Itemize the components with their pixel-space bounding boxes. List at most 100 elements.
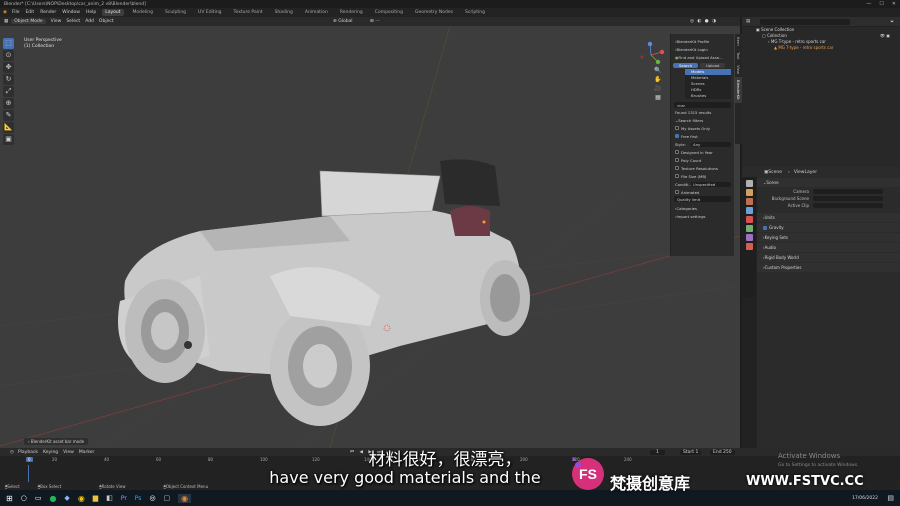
outliner-filter-funnel-icon[interactable]: ⏷ <box>890 19 894 25</box>
timeline-editor-icon[interactable]: ◷ <box>10 450 14 455</box>
render-properties-tab-icon[interactable] <box>745 189 753 196</box>
scene-properties-tab-icon[interactable] <box>745 216 753 223</box>
viewport-menu-object[interactable]: Object <box>99 19 114 24</box>
units-section-header[interactable]: › Units <box>757 213 900 222</box>
upload-tab[interactable]: Upload <box>700 62 726 68</box>
minimize-button[interactable]: — <box>866 1 871 7</box>
taskbar-app-icon[interactable]: ◧ <box>106 494 113 502</box>
taskbar-explorer-icon[interactable]: ▆ <box>93 494 98 502</box>
taskbar-search-icon[interactable]: ○ <box>21 494 27 502</box>
taskbar-app-icon[interactable]: ▢ <box>164 494 171 502</box>
view-layer-tab-icon[interactable] <box>745 207 753 214</box>
designed-year-checkbox[interactable]: Designed in Year <box>671 148 734 156</box>
workspace-tab-animation[interactable]: Animation <box>302 9 331 16</box>
camera-view-icon[interactable]: 🎥 <box>654 85 661 92</box>
menu-edit[interactable]: Edit <box>25 10 34 15</box>
transform-orientation-dropdown[interactable]: ⊕ Global <box>333 19 353 24</box>
custom-properties-section-header[interactable]: › Custom Properties <box>757 263 900 272</box>
collection-properties-tab-icon[interactable] <box>745 234 753 241</box>
transform-tool-icon[interactable]: ⊕ <box>3 98 14 109</box>
close-button[interactable]: ✕ <box>892 1 896 7</box>
texture-resolution-checkbox[interactable]: Texture Resolutions <box>671 164 734 172</box>
menu-render[interactable]: Render <box>40 10 56 15</box>
menu-file[interactable]: File <box>12 10 20 15</box>
style-dropdown[interactable]: Any <box>691 141 731 147</box>
visibility-eye-icon[interactable]: 👁 ▣ <box>880 33 890 39</box>
search-filters-header[interactable]: ⌄ Search filters <box>671 116 734 124</box>
current-frame-field[interactable]: 1 <box>650 449 665 455</box>
condition-dropdown[interactable]: Unspecified <box>691 181 731 187</box>
mode-dropdown[interactable]: Object Mode <box>11 19 46 24</box>
workspace-tab-sculpting[interactable]: Sculpting <box>162 9 189 16</box>
end-frame-field[interactable]: End 250 <box>710 449 735 455</box>
workspace-tab-layout[interactable]: Layout <box>102 9 124 16</box>
gravity-section-header[interactable]: Gravity <box>757 223 900 232</box>
poly-count-checkbox[interactable]: Poly Count <box>671 156 734 164</box>
scene-section-header[interactable]: ⌄ Scene <box>757 178 900 187</box>
cursor-tool-icon[interactable]: ⊙ <box>3 50 14 61</box>
operator-redo-panel[interactable]: › BlenderKit asset bar mode <box>24 438 89 445</box>
categories-header[interactable]: › Categories <box>671 204 734 212</box>
taskbar-photoshop-icon[interactable]: Ps <box>135 495 142 502</box>
active-clip-selector[interactable] <box>813 203 883 208</box>
car-model[interactable] <box>118 159 530 426</box>
taskbar-spotify-icon[interactable]: ● <box>49 494 56 503</box>
taskbar-unreal-icon[interactable]: ◎ <box>149 494 155 502</box>
add-cube-tool-icon[interactable]: ▣ <box>3 134 14 145</box>
workspace-tab-shading[interactable]: Shading <box>272 9 296 16</box>
move-tool-icon[interactable]: ✥ <box>3 62 14 73</box>
workspace-tab-geometry-nodes[interactable]: Geometry Nodes <box>412 9 456 16</box>
quality-limit-slider[interactable]: Quality limit <box>674 196 731 202</box>
timeline-menu-keying[interactable]: Keying <box>43 450 58 455</box>
snap-toggle-icon[interactable]: ⊞ ⋯ <box>370 19 380 24</box>
timeline-menu-playback[interactable]: Playback <box>18 450 38 455</box>
measure-tool-icon[interactable]: 📐 <box>3 122 14 133</box>
taskbar-clock[interactable]: 17/06/2022 <box>852 496 878 501</box>
rotate-tool-icon[interactable]: ↻ <box>3 74 14 85</box>
taskbar-app-icon[interactable]: ◆ <box>64 494 69 502</box>
my-assets-only-checkbox[interactable]: My Assets Only <box>671 124 734 132</box>
outliner-filter-icon[interactable]: ▤ <box>746 19 750 24</box>
asset-type-brushes[interactable]: Brushes <box>685 93 731 99</box>
timeline-menu-view[interactable]: View <box>63 450 74 455</box>
checkbox-checked-icon[interactable] <box>763 225 767 230</box>
import-settings-header[interactable]: › Import settings <box>671 212 734 220</box>
ortho-toggle-icon[interactable]: ▦ <box>655 94 661 101</box>
tool-properties-tab-icon[interactable] <box>745 180 753 187</box>
viewport-menu-view[interactable]: View <box>51 19 62 24</box>
start-frame-field[interactable]: Start 1 <box>680 449 702 455</box>
side-tab-view[interactable]: View <box>735 62 742 77</box>
workspace-tab-rendering[interactable]: Rendering <box>337 9 366 16</box>
outliner-search-input[interactable] <box>760 18 850 25</box>
maximize-button[interactable]: ☐ <box>879 1 883 7</box>
outliner-item-car-object[interactable]: ▲ MG T-type - retro sports car <box>756 45 900 51</box>
output-properties-tab-icon[interactable] <box>745 198 753 205</box>
navigation-gizmo[interactable] <box>636 40 666 70</box>
shading-modes[interactable]: ◎ ◐ ● ◑ <box>690 19 717 24</box>
animated-checkbox[interactable]: Animated <box>671 188 734 196</box>
keying-sets-section-header[interactable]: › Keying Sets <box>757 233 900 242</box>
taskbar-premiere-icon[interactable]: Pr <box>121 495 127 502</box>
workspace-tab-compositing[interactable]: Compositing <box>372 9 406 16</box>
zoom-icon[interactable]: 🔍 <box>654 67 661 74</box>
side-tab-tool[interactable]: Tool <box>735 49 742 62</box>
world-properties-tab-icon[interactable] <box>745 225 753 232</box>
editor-type-icon[interactable]: ▦ <box>4 19 8 24</box>
rigid-body-world-section-header[interactable]: › Rigid Body World <box>757 253 900 262</box>
texture-properties-tab-icon[interactable] <box>745 243 753 250</box>
workspace-tab-uv-editing[interactable]: UV Editing <box>195 9 224 16</box>
taskbar-taskview-icon[interactable]: ▭ <box>35 494 42 502</box>
side-tab-item[interactable]: Item <box>735 34 742 49</box>
hand-pan-icon[interactable]: ✋ <box>654 76 661 83</box>
playhead[interactable] <box>28 465 29 482</box>
3d-viewport[interactable] <box>0 26 740 448</box>
viewport-menu-select[interactable]: Select <box>66 19 80 24</box>
taskbar-chrome-icon[interactable]: ◉ <box>78 494 85 503</box>
blenderkit-login[interactable]: › BlenderKit Login <box>671 45 734 53</box>
find-upload-section[interactable]: ● Find and Upload Asse... <box>671 53 734 61</box>
free-first-checkbox[interactable]: Free first <box>671 132 734 140</box>
workspace-tab-scripting[interactable]: Scripting <box>462 9 488 16</box>
select-tool-icon[interactable]: ⬚ <box>3 38 14 49</box>
menu-help[interactable]: Help <box>86 10 96 15</box>
audio-section-header[interactable]: › Audio <box>757 243 900 252</box>
